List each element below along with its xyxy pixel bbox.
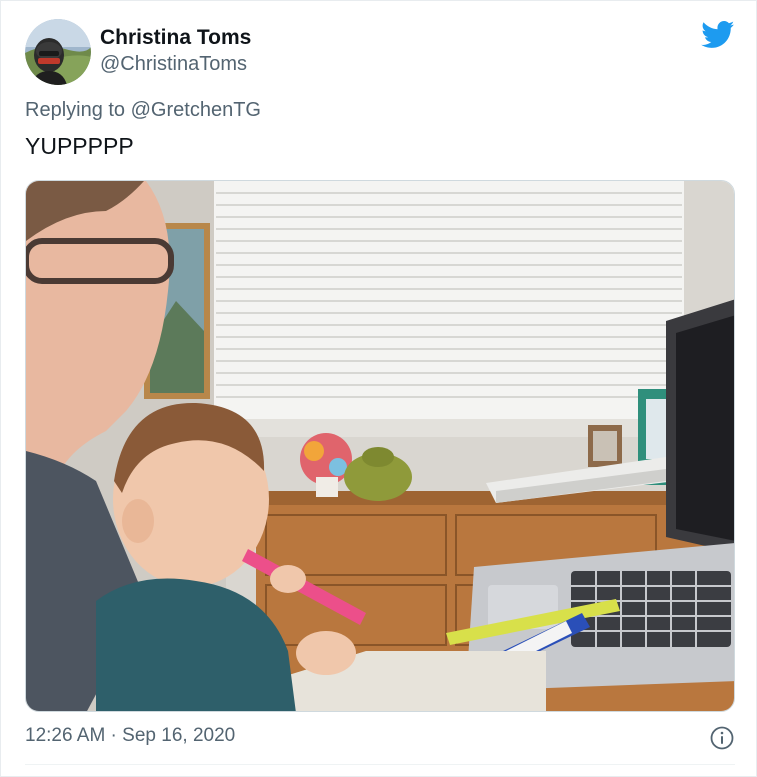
info-icon[interactable] (710, 726, 734, 750)
replying-to: Replying to @GretchenTG (25, 99, 261, 122)
tweet-photo[interactable] (25, 180, 735, 712)
avatar[interactable] (25, 19, 91, 85)
reply-handle-link[interactable]: @GretchenTG (131, 99, 261, 121)
display-name[interactable]: Christina Toms (100, 26, 251, 50)
reply-prefix: Replying to (25, 99, 131, 121)
twitter-bird-icon[interactable] (701, 21, 735, 49)
tweet-timestamp[interactable]: 12:26 AM · Sep 16, 2020 (25, 725, 235, 747)
divider (25, 764, 735, 765)
tweet-text: YUPPPPP (25, 133, 134, 159)
user-handle[interactable]: @ChristinaToms (100, 53, 247, 76)
tweet-card: Christina Toms @ChristinaToms Replying t… (0, 0, 757, 777)
